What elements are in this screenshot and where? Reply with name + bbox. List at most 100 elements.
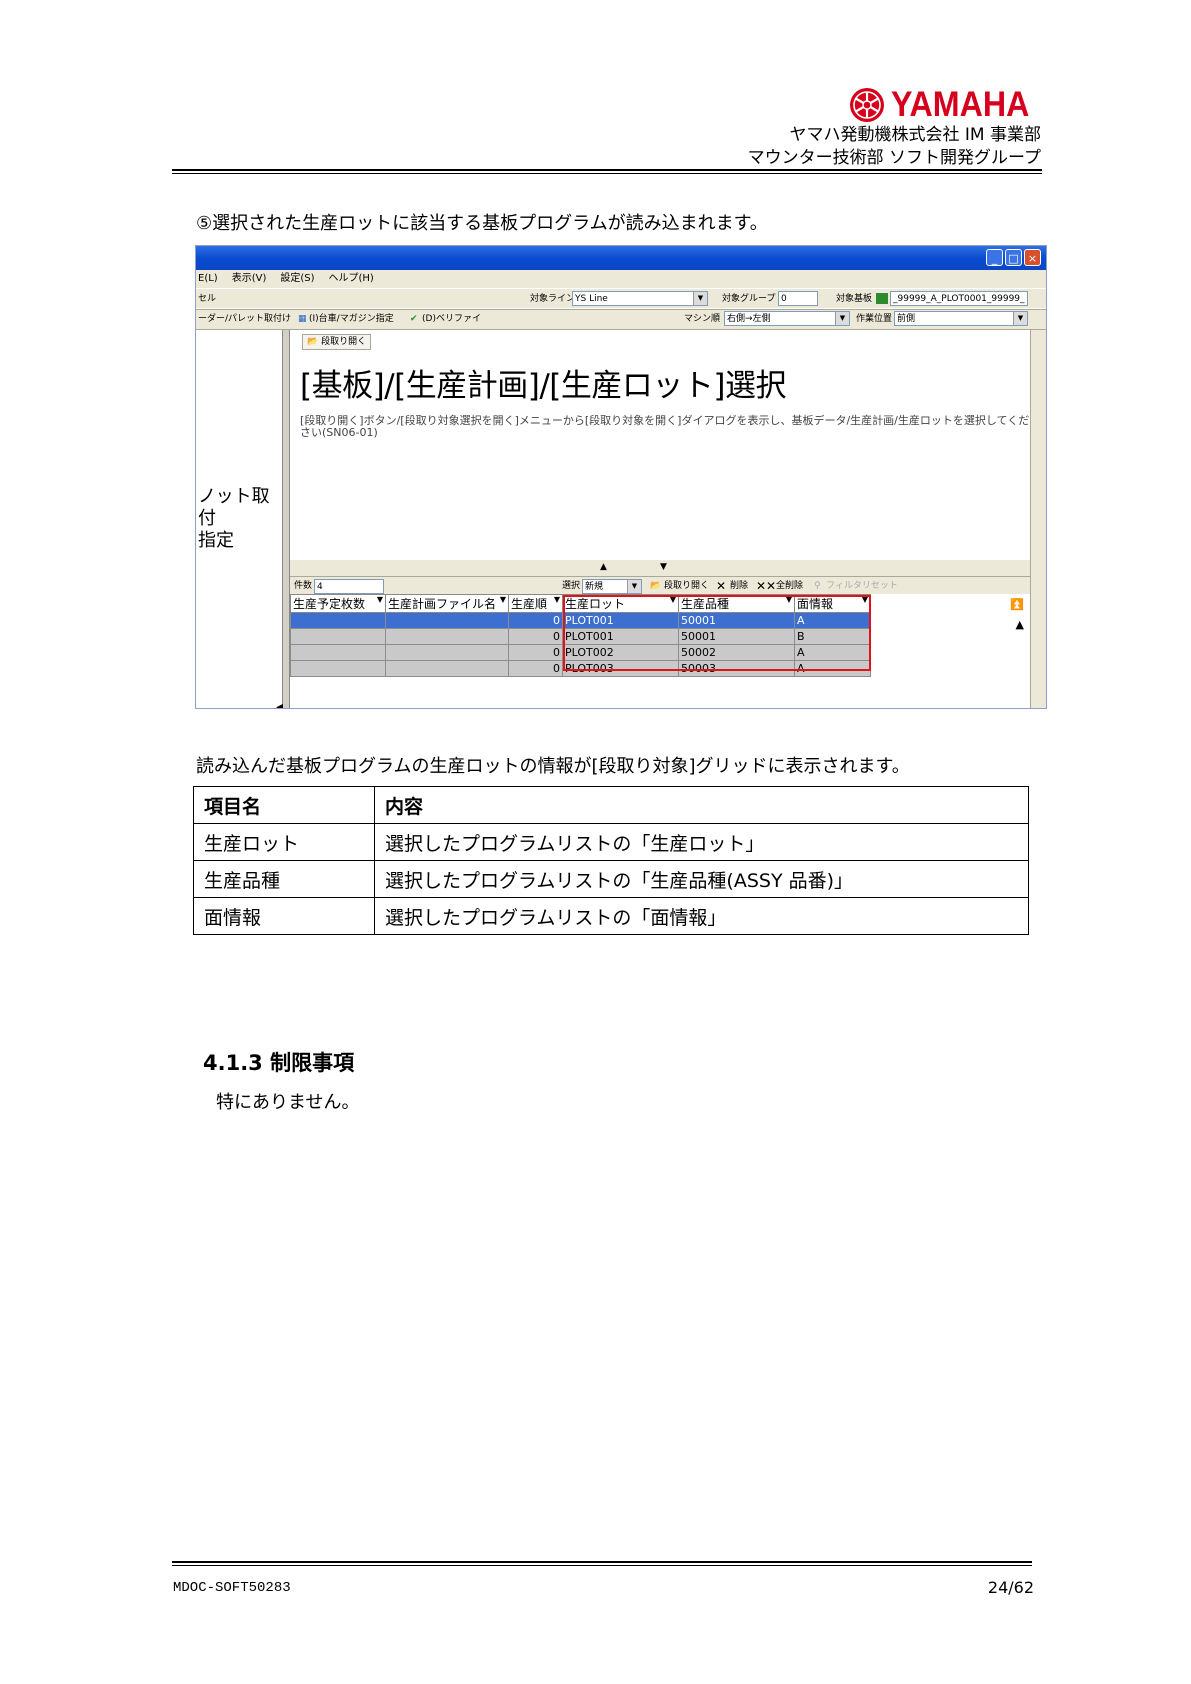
grid-open-button[interactable]: 段取り開く <box>664 577 709 595</box>
select-mode-value: 新規 <box>585 582 604 592</box>
menu-item-edit[interactable]: E(L) <box>198 270 218 288</box>
arrow-down-icon[interactable]: ▼ <box>660 562 667 572</box>
maximize-icon[interactable]: □ <box>1005 249 1022 266</box>
grid-cell <box>290 644 386 661</box>
chevron-down-icon[interactable]: ▼ <box>1013 312 1027 325</box>
table-row: 生産ロット 選択したプログラムリストの「生産ロット」 <box>193 823 1029 861</box>
chevron-down-icon[interactable]: ▼ <box>670 596 676 605</box>
grid-header-cell[interactable]: 生産ロット ▼ <box>562 594 679 613</box>
chevron-down-icon[interactable]: ▼ <box>835 312 849 325</box>
machine-order-label: マシン順 <box>684 314 721 324</box>
table-row: 生産品種 選択したプログラムリストの「生産品種(ASSY 品番)」 <box>193 860 1029 898</box>
grid-cell: 50002 <box>678 644 795 661</box>
delete-icon: ✕ <box>716 579 727 593</box>
delete-all-button[interactable]: 全削除 <box>776 577 803 595</box>
chevron-down-icon[interactable]: ▼ <box>627 580 641 593</box>
grid-cell: PLOT002 <box>562 644 679 661</box>
close-icon[interactable]: × <box>1024 249 1041 266</box>
left-nav-label[interactable]: ノット取付 指定 <box>198 486 282 552</box>
brand-name: YAMAHA <box>890 85 1029 124</box>
chevron-down-icon[interactable]: ▼ <box>377 596 383 605</box>
filter-reset-button[interactable]: フィルタリセット <box>826 577 898 595</box>
arrow-up-icon[interactable]: ▲ <box>600 562 607 572</box>
grid-cell: 0 <box>508 660 563 677</box>
open-setup-button[interactable]: 📂 段取り開く <box>302 334 372 350</box>
chevron-down-icon[interactable]: ▼ <box>554 596 560 605</box>
menu-item-settings[interactable]: 設定(S) <box>280 270 314 288</box>
machine-order-select[interactable]: 右側→左側 ▼ <box>724 311 850 326</box>
count-field[interactable]: 4 <box>314 579 384 594</box>
grid-header-label: 生産ロット <box>565 597 626 611</box>
grid-cell: PLOT001 <box>562 628 679 645</box>
line-select[interactable]: YS Line ▼ <box>572 291 708 306</box>
grid-header-label: 生産順 <box>511 597 548 611</box>
scroll-up-icon[interactable]: ▲ <box>1016 618 1024 631</box>
menu-item-view[interactable]: 表示(V) <box>232 270 267 288</box>
chevron-down-icon[interactable]: ▼ <box>693 292 707 305</box>
board-value: _99999_A_PLOT0001_99999_ <box>893 294 1025 304</box>
grid-cell: PLOT003 <box>562 660 679 677</box>
grid-header-label: 生産予定枚数 <box>293 597 366 611</box>
grid-header-cell[interactable]: 生産順 ▼ <box>508 594 563 613</box>
group-value: 0 <box>781 294 787 304</box>
grid-cell <box>385 644 509 661</box>
pane-divider[interactable] <box>283 330 290 708</box>
vertical-scrollbar[interactable] <box>1030 330 1046 708</box>
select-mode-select[interactable]: 新規 ▼ <box>582 579 642 594</box>
grid-row[interactable]: 0 PLOT002 50002 A <box>290 644 871 661</box>
line-label: 対象ライン <box>530 294 576 304</box>
splitter-bar[interactable]: ▲ ▼ <box>290 562 1030 574</box>
grid-cell: 50001 <box>678 628 795 645</box>
selection-description: [段取り開く]ボタン/[段取り対象選択を開く]メニューから[段取り対象を開く]ダ… <box>300 414 1030 439</box>
page-number: 24/62 <box>987 1578 1034 1597</box>
group-field[interactable]: 0 <box>778 291 818 306</box>
grid-row[interactable]: 0 PLOT003 50003 A <box>290 660 871 677</box>
machine-order-value: 右側→左側 <box>727 314 771 324</box>
scroll-top-icon[interactable]: ⏫ <box>1010 598 1024 611</box>
minimize-icon[interactable]: _ <box>986 249 1003 266</box>
grid-cell: B <box>794 628 871 645</box>
info-item-content: 選択したプログラムリストの「生産品種(ASSY 品番)」 <box>374 860 1029 898</box>
grid-header-cell[interactable]: 生産品種 ▼ <box>678 594 795 613</box>
grid-row[interactable]: 0 PLOT001 50001 B <box>290 628 871 645</box>
grid-header-cell[interactable]: 面情報 ▼ <box>794 594 871 613</box>
info-header-content: 内容 <box>374 786 1029 824</box>
grid-header-cell[interactable]: 生産計画ファイル名 ▼ <box>385 594 509 613</box>
chevron-down-icon[interactable]: ▼ <box>786 596 792 605</box>
count-label: 件数 <box>294 581 313 591</box>
info-header-item: 項目名 <box>193 786 375 824</box>
info-item-name: 生産ロット <box>193 823 375 861</box>
content-panel: 📂 段取り開く [基板]/[生産計画]/[生産ロット]選択 [段取り開く]ボタン… <box>290 330 1030 560</box>
grid-cell: 0 <box>508 612 563 629</box>
menu-bar: E(L) 表示(V) 設定(S) ヘルプ(H) <box>196 270 1046 288</box>
grid-header-label: 生産計画ファイル名 <box>388 597 497 611</box>
lead-text: ⑤選択された生産ロットに該当する基板プログラムが読み込まれます。 <box>196 213 768 234</box>
menu-item-help[interactable]: ヘルプ(H) <box>329 270 374 288</box>
yamaha-logo: YAMAHA <box>849 85 1041 124</box>
delete-button[interactable]: 削除 <box>730 577 748 595</box>
grid-cell: 0 <box>508 628 563 645</box>
grid-header-label: 生産品種 <box>681 597 730 611</box>
grid-header-row: 生産予定枚数 ▼ 生産計画ファイル名 ▼ 生産順 ▼ 生産ロット ▼ 生産品種 ▼ 面情報… <box>290 594 871 613</box>
verify-button[interactable]: (D)ベリファイ <box>422 309 481 329</box>
info-item-content: 選択したプログラムリストの「面情報」 <box>374 897 1029 935</box>
left-nav-label-line1: ノット取付 <box>198 486 270 529</box>
work-position-value: 前側 <box>897 314 916 324</box>
select-label: 選択 <box>562 581 581 591</box>
info-item-content: 選択したプログラムリストの「生産ロット」 <box>374 823 1029 861</box>
work-position-select[interactable]: 前側 ▼ <box>894 311 1028 326</box>
cart-magazine-button[interactable]: (I)台車/マガジン指定 <box>309 309 394 329</box>
chevron-down-icon[interactable]: ▼ <box>500 596 506 605</box>
feeder-pallet-button[interactable]: ーダー/パレット取付け <box>198 309 291 329</box>
grid-row[interactable]: 0 PLOT001 50001 A <box>290 612 871 629</box>
section-heading: 4.1.3 制限事項 <box>203 1051 355 1075</box>
toolbar-target: セル 対象ライン YS Line ▼ 対象グループ 0 対象基板 _99999_… <box>196 288 1046 310</box>
grid-cell: 50003 <box>678 660 795 677</box>
grid-cell: A <box>794 660 871 677</box>
board-label: 対象基板 <box>836 294 873 304</box>
info-table: 項目名 内容 生産ロット 選択したプログラムリストの「生産ロット」 生産品種 選… <box>193 786 1029 935</box>
grid-header-cell[interactable]: 生産予定枚数 ▼ <box>290 594 386 613</box>
board-field[interactable]: _99999_A_PLOT0001_99999_ <box>890 291 1028 306</box>
grid-cell <box>290 628 386 645</box>
chevron-down-icon[interactable]: ▼ <box>862 596 868 605</box>
